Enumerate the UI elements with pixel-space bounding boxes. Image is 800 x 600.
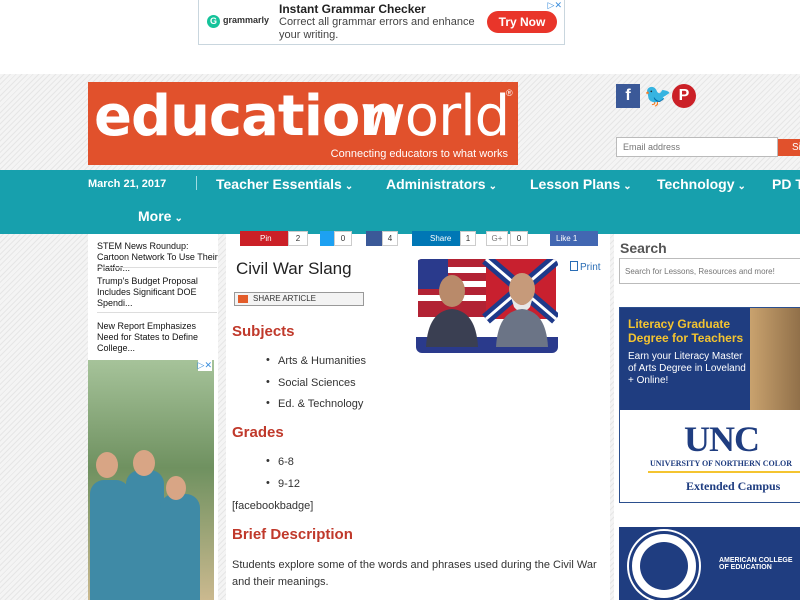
grade-item[interactable]: 9-12 — [266, 477, 300, 490]
subject-item[interactable]: Ed. & Technology — [266, 397, 363, 410]
person-figure — [160, 494, 200, 600]
social-links: f 🐦 P — [616, 84, 696, 108]
news-link[interactable]: Trump's Budget Proposal Includes Signifi… — [97, 276, 219, 309]
news-link[interactable]: STEM News Roundup: Cartoon Network To Us… — [97, 241, 219, 274]
page-title: Civil War Slang — [236, 259, 352, 278]
unc-ad-photo — [750, 308, 800, 410]
ace-seal-center — [640, 542, 688, 590]
divider — [648, 471, 800, 473]
unc-logo-text: UNC — [684, 419, 760, 459]
brief-description-heading: Brief Description — [232, 526, 353, 543]
ad-title: Instant Grammar Checker — [279, 2, 426, 16]
chevron-down-icon: ⌄ — [344, 181, 354, 192]
chevron-down-icon: ⌄ — [174, 213, 183, 224]
civil-war-generals-illustration — [416, 259, 558, 353]
facebook-badge-placeholder: [facebookbadge] — [232, 500, 314, 512]
divider — [97, 267, 217, 268]
email-signup-input[interactable] — [616, 137, 778, 157]
print-link[interactable]: Print — [570, 261, 601, 273]
nav-administrators[interactable]: Administrators ⌄ — [386, 176, 497, 192]
grade-item[interactable]: 6-8 — [266, 455, 294, 468]
chevron-down-icon: ⌄ — [737, 181, 746, 192]
linkedin-count: 1 — [460, 231, 476, 246]
pinterest-icon[interactable]: P — [672, 84, 696, 108]
twitter-icon[interactable]: 🐦 — [644, 84, 671, 108]
subject-item[interactable]: Arts & Humanities — [266, 354, 366, 367]
logo-tagline: Connecting educators to what works — [330, 148, 508, 160]
unc-ad[interactable]: Literacy Graduate Degree for Teachers Ea… — [619, 307, 800, 503]
ad-choices-icon[interactable]: ▷✕ — [197, 360, 212, 371]
tweet-count: 0 — [334, 231, 352, 246]
facebook-share-count: 4 — [382, 231, 398, 246]
share-article-button[interactable]: SHARE ARTICLE — [234, 292, 364, 306]
article-hero-image — [416, 259, 558, 353]
grammarly-ad[interactable]: G grammarly Instant Grammar Checker Corr… — [198, 0, 565, 45]
nav-lesson-plans[interactable]: Lesson Plans ⌄ — [530, 176, 632, 192]
facebook-share-button[interactable] — [366, 231, 382, 246]
pin-count: 2 — [288, 231, 308, 246]
facebook-like-button[interactable]: Like 1 — [550, 231, 598, 246]
nav-divider — [196, 176, 197, 190]
unc-ad-banner: Literacy Graduate Degree for Teachers Ea… — [620, 308, 750, 410]
unc-ad-headline: Literacy Graduate Degree for Teachers — [628, 317, 744, 345]
ad-brand: grammarly — [223, 15, 270, 25]
person-figure — [90, 480, 130, 600]
nav-date: March 21, 2017 — [88, 178, 167, 190]
print-icon — [570, 261, 578, 271]
ace-ad-text: AMERICAN COLLEGE OF EDUCATION — [719, 557, 793, 571]
logo-word-education: education — [94, 84, 399, 149]
nav-pd[interactable]: PD T — [772, 176, 800, 192]
ad-body: Correct all grammar errors and enhance y… — [279, 16, 475, 41]
ad-try-now-button[interactable]: Try Now — [487, 11, 557, 33]
person-head — [96, 452, 118, 478]
news-link[interactable]: New Report Emphasizes Need for States to… — [97, 321, 219, 354]
gplus-share-button[interactable]: G+ — [486, 231, 508, 246]
gplus-count: 0 — [510, 231, 528, 246]
site-logo[interactable]: education world ® Connecting educators t… — [88, 82, 518, 165]
unc-ad-body: Earn your Literacy Master of Arts Degree… — [628, 351, 746, 386]
grammarly-logo-icon: G — [207, 15, 220, 28]
person-head — [133, 450, 155, 476]
logo-registered: ® — [506, 88, 513, 98]
chevron-down-icon: ⌄ — [623, 181, 632, 192]
unc-full-name: UNIVERSITY OF NORTHERN COLOR — [650, 459, 793, 468]
nav-more[interactable]: More ⌄ — [138, 208, 183, 224]
facebook-icon[interactable]: f — [616, 84, 640, 108]
nav-teacher-essentials[interactable]: Teacher Essentials ⌄ — [216, 176, 353, 192]
divider — [97, 312, 217, 313]
ace-seal-icon — [629, 531, 699, 600]
linkedin-share-button[interactable]: Share — [412, 231, 460, 246]
person-head — [166, 476, 186, 500]
grades-heading: Grades — [232, 424, 284, 441]
main-nav: March 21, 2017 Teacher Essentials ⌄ Admin… — [0, 170, 800, 234]
nav-technology[interactable]: Technology ⌄ — [657, 176, 746, 192]
subjects-heading: Subjects — [232, 323, 295, 340]
email-signup-button[interactable]: Si — [778, 139, 800, 156]
twitter-share-button[interactable] — [320, 231, 334, 246]
unc-extended-campus: Extended Campus — [686, 479, 781, 493]
pinterest-share-button[interactable]: Pin — [240, 231, 288, 246]
ad-choices-icon[interactable]: ▷✕ — [548, 0, 562, 11]
person-figure — [126, 470, 164, 600]
left-photo-ad[interactable]: ▷✕ — [88, 360, 214, 600]
search-heading: Search — [620, 240, 667, 256]
search-input[interactable] — [619, 258, 800, 284]
subject-item[interactable]: Social Sciences — [266, 376, 356, 389]
ace-ad[interactable]: AMERICAN COLLEGE OF EDUCATION — [619, 527, 800, 600]
logo-word-world: world — [360, 84, 510, 149]
chevron-down-icon: ⌄ — [488, 181, 497, 192]
brief-description-text: Students explore some of the words and p… — [232, 559, 597, 588]
bookmark-icon — [238, 295, 248, 303]
